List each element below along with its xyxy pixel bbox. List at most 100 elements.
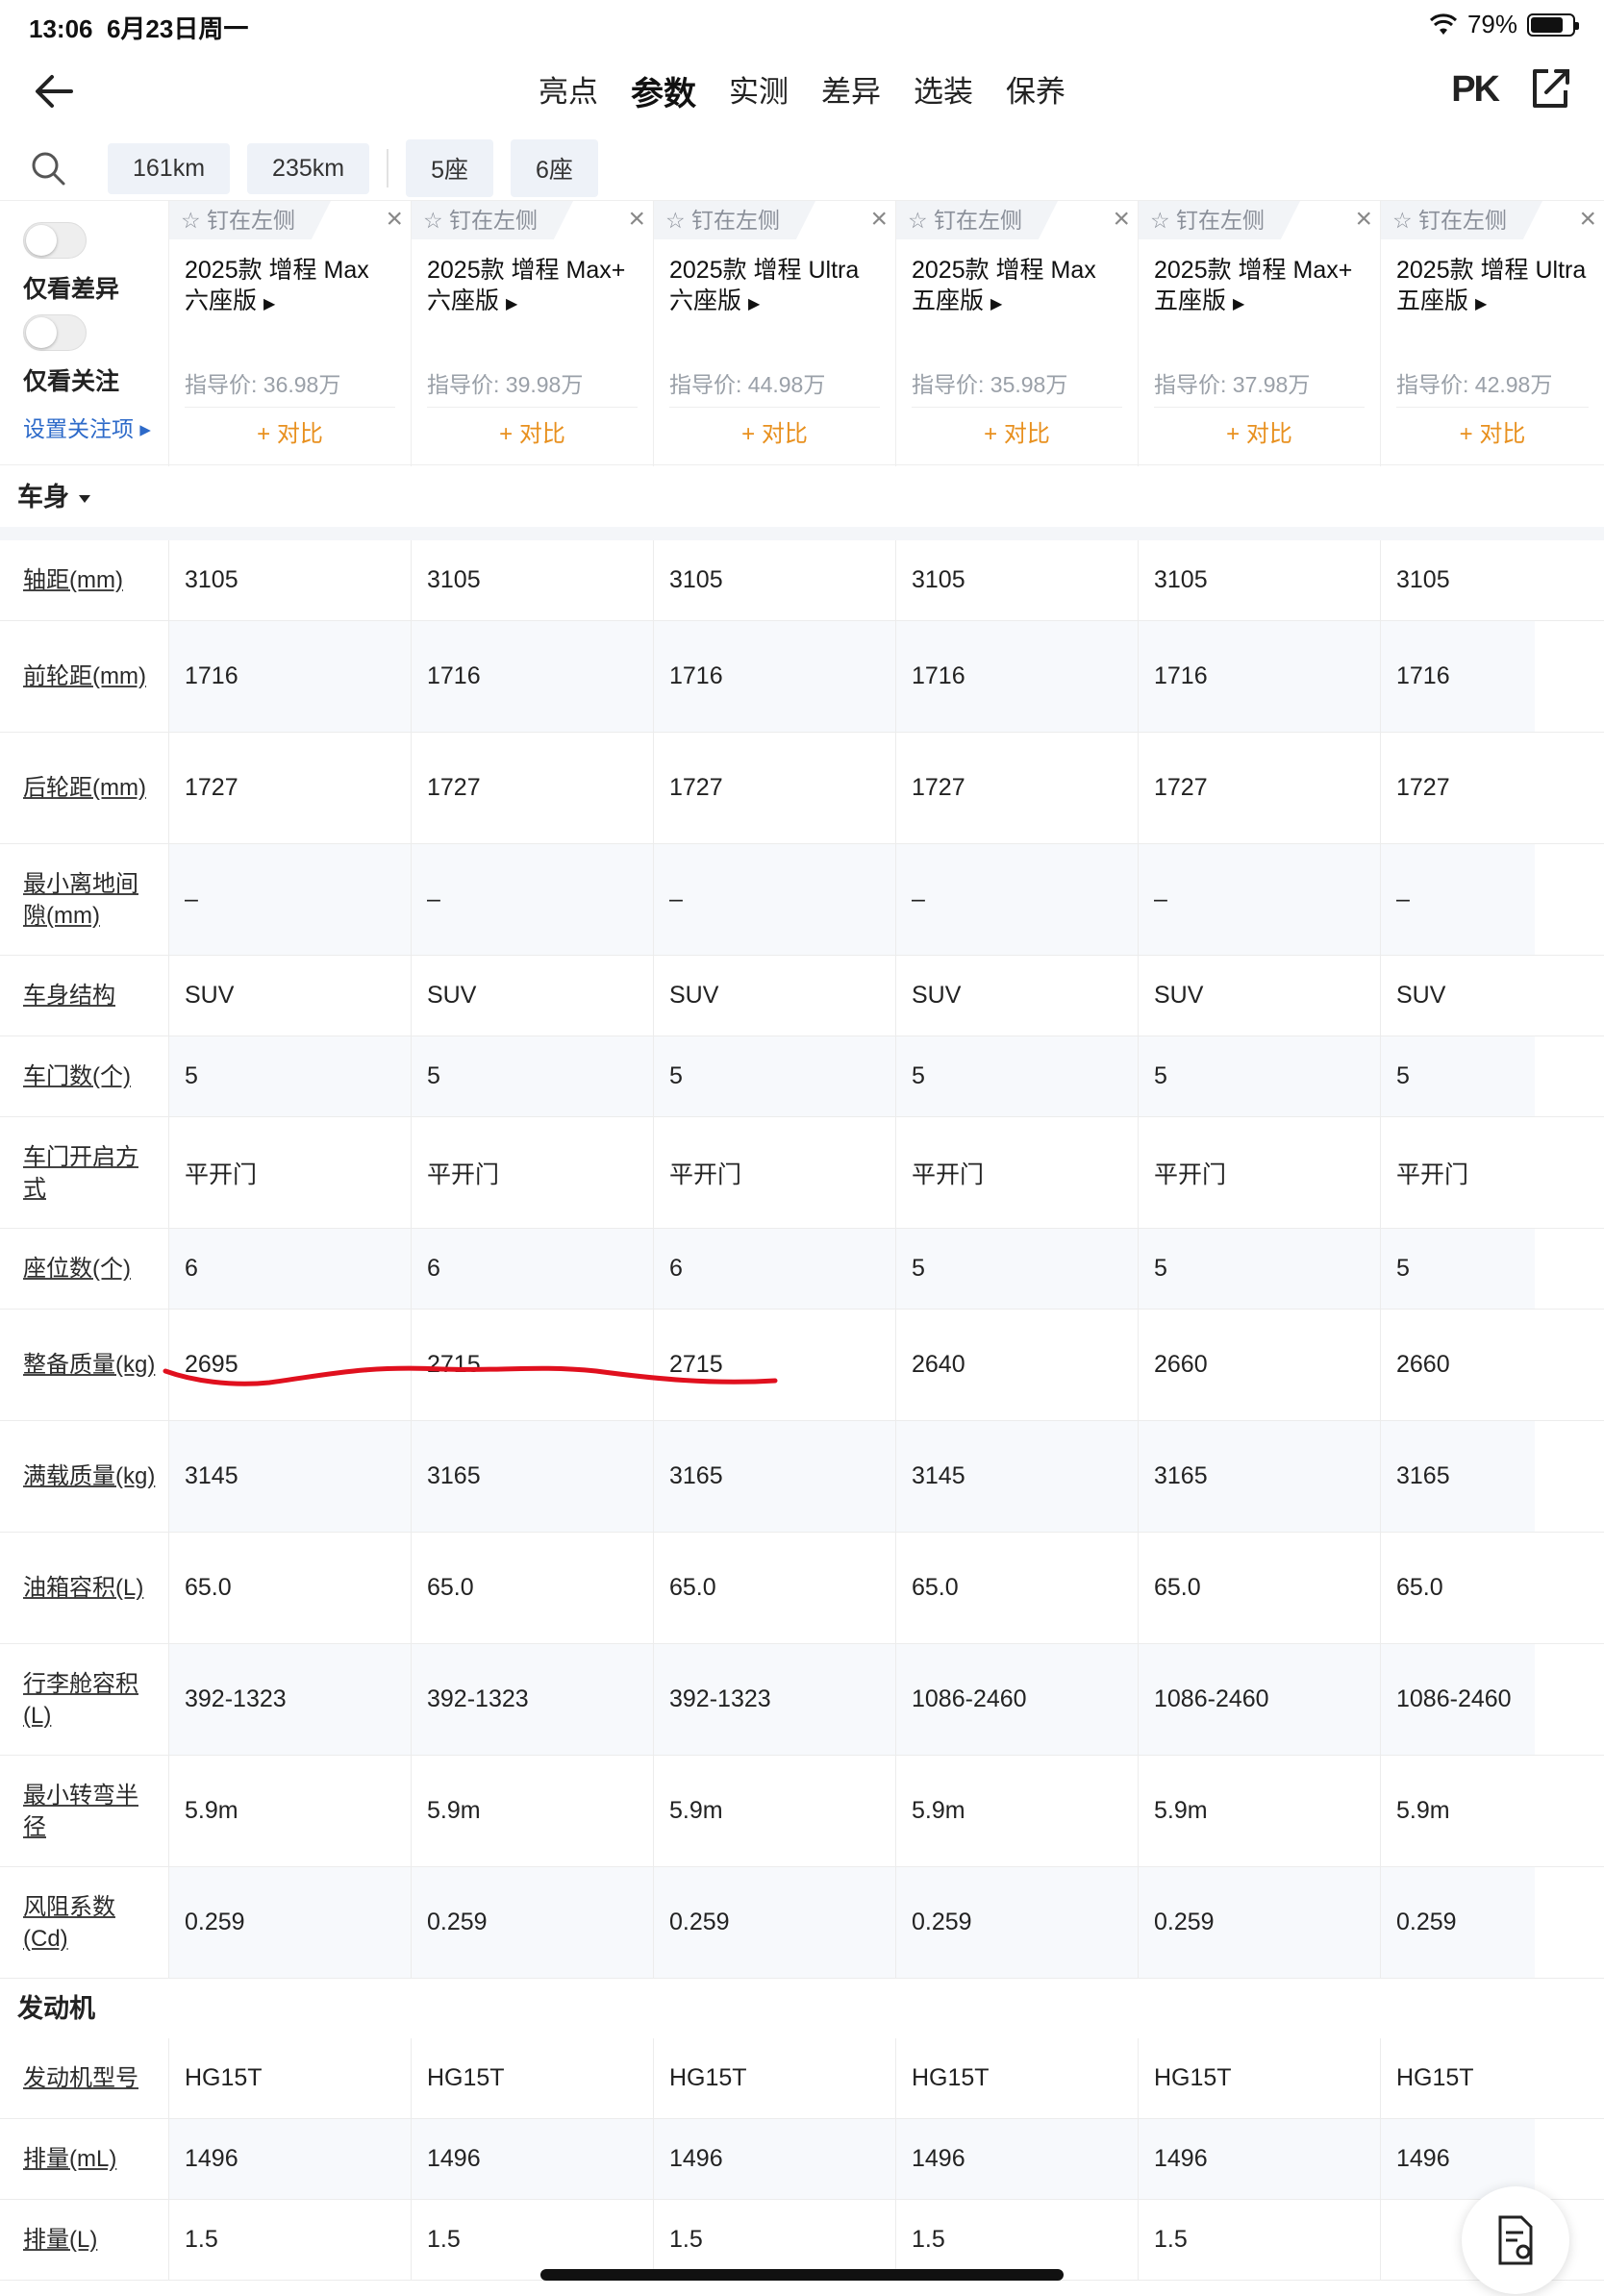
param-label[interactable]: 满载质量(kg) — [0, 1421, 169, 1532]
param-value: 1086-2460 — [1139, 1644, 1381, 1755]
car-name-link[interactable]: 2025款 增程 Max+ 六座版 ▶ — [427, 255, 648, 320]
close-icon[interactable]: × — [1113, 203, 1130, 236]
floating-tool-button[interactable] — [1462, 2186, 1569, 2294]
param-value: HG15T — [896, 2038, 1139, 2118]
filter-chip-161km[interactable]: 161km — [108, 142, 231, 194]
only-follow-toggle[interactable] — [23, 314, 87, 351]
pin-left-button[interactable]: ☆ 钉在左侧 — [169, 201, 331, 239]
filter-bar: 161km 235km 5座 6座 — [0, 135, 1604, 202]
car-name-link[interactable]: 2025款 增程 Ultra 六座版 ▶ — [669, 255, 890, 320]
param-value: 5 — [169, 1036, 412, 1116]
param-value: 1.5 — [1139, 2200, 1381, 2280]
tab-1[interactable]: 参数 — [631, 58, 696, 124]
battery-icon — [1527, 12, 1579, 37]
close-icon[interactable]: × — [628, 203, 645, 236]
add-compare-button[interactable]: + 对比 — [427, 407, 638, 457]
param-value: 6 — [412, 1229, 654, 1309]
param-value: 1.5 — [654, 2200, 896, 2280]
filter-chip-235km[interactable]: 235km — [247, 142, 370, 194]
param-value: 3165 — [654, 1421, 896, 1532]
param-value: 0.259 — [169, 1867, 412, 1978]
param-value: 1727 — [654, 733, 896, 843]
param-value: 平开门 — [1139, 1117, 1381, 1228]
guide-price: 指导价: 39.98万 — [427, 372, 584, 397]
param-value: 1.5 — [412, 2200, 654, 2280]
param-value: 0.259 — [1139, 1867, 1381, 1978]
param-label[interactable]: 轴距(mm) — [0, 540, 169, 620]
param-label[interactable]: 车身结构 — [0, 956, 169, 1036]
pin-left-button[interactable]: ☆ 钉在左侧 — [412, 201, 573, 239]
car-column: ☆ 钉在左侧 × 2025款 增程 Max 五座版 ▶ 指导价: 35.98万 + 对比 — [896, 201, 1139, 466]
param-label[interactable]: 油箱容积(L) — [0, 1533, 169, 1643]
param-value: 1496 — [412, 2119, 654, 2199]
param-value: 1716 — [654, 621, 896, 732]
param-value: 3165 — [1381, 1421, 1535, 1532]
param-value: 5.9m — [896, 1756, 1139, 1866]
param-label[interactable]: 行李舱容积(L) — [0, 1644, 169, 1755]
tab-2[interactable]: 实测 — [729, 58, 789, 124]
param-label[interactable]: 最小离地间隙(mm) — [0, 844, 169, 955]
add-compare-button[interactable]: + 对比 — [185, 407, 395, 457]
pin-left-button[interactable]: ☆ 钉在左侧 — [1139, 201, 1300, 239]
table-row: 风阻系数(Cd) 0.259 0.259 0.259 0.259 0.259 0.259 — [0, 1867, 1604, 1979]
section-header[interactable]: 车身 — [0, 467, 1604, 527]
param-value: 1727 — [412, 733, 654, 843]
pin-left-button[interactable]: ☆ 钉在左侧 — [654, 201, 815, 239]
tab-3[interactable]: 差异 — [821, 58, 881, 124]
param-value: 3145 — [169, 1421, 412, 1532]
close-icon[interactable]: × — [386, 203, 403, 236]
table-row: 车门开启方式 平开门 平开门 平开门 平开门 平开门 平开门 — [0, 1117, 1604, 1229]
param-label[interactable]: 后轮距(mm) — [0, 733, 169, 843]
param-label[interactable]: 车门开启方式 — [0, 1117, 169, 1228]
param-value: 5.9m — [1396, 1797, 1450, 1824]
param-label[interactable]: 车门数(个) — [0, 1036, 169, 1116]
pin-left-button[interactable]: ☆ 钉在左侧 — [1381, 201, 1542, 239]
param-value: 3105 — [169, 540, 412, 620]
table-row: 车门数(个) 5 5 5 5 5 5 — [0, 1036, 1604, 1117]
param-label[interactable]: 最小转弯半径 — [0, 1756, 169, 1866]
tab-4[interactable]: 选装 — [914, 58, 973, 124]
add-compare-button[interactable]: + 对比 — [1154, 407, 1365, 457]
tab-0[interactable]: 亮点 — [539, 58, 598, 124]
param-label[interactable]: 发动机型号 — [0, 2038, 169, 2118]
param-label[interactable]: 整备质量(kg) — [0, 1310, 169, 1420]
param-value: – — [412, 844, 654, 955]
filter-chip-5-seat[interactable]: 5座 — [406, 139, 493, 197]
tab-5[interactable]: 保养 — [1006, 58, 1065, 124]
table-row: 发动机型号 HG15T HG15T HG15T HG15T HG15T HG15T — [0, 2038, 1604, 2119]
param-value: 5.9m — [1139, 1756, 1381, 1866]
pk-button[interactable]: PK — [1451, 69, 1500, 111]
car-name-link[interactable]: 2025款 增程 Ultra 五座版 ▶ — [1396, 255, 1604, 320]
pin-row: ☆ 钉在左侧 × — [169, 201, 411, 239]
car-name-link[interactable]: 2025款 增程 Max 五座版 ▶ — [912, 255, 1133, 320]
param-value: 1.5 — [169, 2200, 412, 2280]
share-icon[interactable] — [1527, 65, 1573, 112]
guide-price: 指导价: 35.98万 — [912, 372, 1068, 397]
param-label[interactable]: 座位数(个) — [0, 1229, 169, 1309]
only-diff-toggle[interactable] — [23, 222, 87, 259]
param-value: – — [169, 844, 412, 955]
add-compare-button[interactable]: + 对比 — [1396, 407, 1589, 457]
param-label[interactable]: 排量(L) — [0, 2200, 169, 2280]
param-value: HG15T — [169, 2038, 412, 2118]
param-value: 1.5 — [896, 2200, 1139, 2280]
param-label[interactable]: 风阻系数(Cd) — [0, 1867, 169, 1978]
search-icon[interactable] — [29, 149, 67, 187]
pin-left-button[interactable]: ☆ 钉在左侧 — [896, 201, 1058, 239]
param-label[interactable]: 排量(mL) — [0, 2119, 169, 2199]
close-icon[interactable]: × — [870, 203, 888, 236]
car-name-link[interactable]: 2025款 增程 Max+ 五座版 ▶ — [1154, 255, 1375, 320]
car-name-link[interactable]: 2025款 增程 Max 六座版 ▶ — [185, 255, 406, 320]
param-value: 0.259 — [896, 1867, 1139, 1978]
param-value: SUV — [412, 956, 654, 1036]
param-label[interactable]: 前轮距(mm) — [0, 621, 169, 732]
add-compare-button[interactable]: + 对比 — [912, 407, 1122, 457]
add-compare-button[interactable]: + 对比 — [669, 407, 880, 457]
table-row: 轴距(mm) 3105 3105 3105 3105 3105 3105 — [0, 540, 1604, 621]
filter-divider — [387, 149, 389, 187]
param-value: 1727 — [169, 733, 412, 843]
settings-follow-link[interactable]: 设置关注项 ▸ — [23, 411, 151, 443]
close-icon[interactable]: × — [1579, 203, 1596, 236]
filter-chip-6-seat[interactable]: 6座 — [511, 139, 598, 197]
close-icon[interactable]: × — [1355, 203, 1372, 236]
